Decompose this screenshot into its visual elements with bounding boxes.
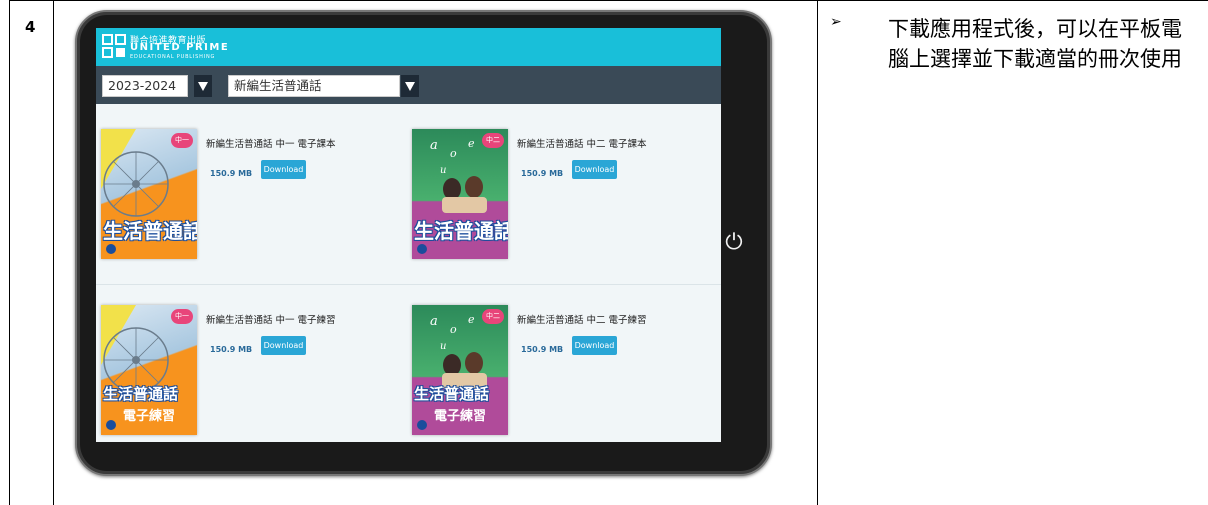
grade-badge: 中二 <box>482 133 504 148</box>
book-title: 新編生活普通話 中一 電子課本 <box>206 139 336 150</box>
logo-en-text: UNITED PRIME <box>130 42 230 53</box>
year-dropdown-arrow-icon[interactable] <box>194 75 212 97</box>
row-divider <box>96 284 721 285</box>
download-button[interactable]: Download <box>261 160 306 179</box>
download-button[interactable]: Download <box>261 336 306 355</box>
cover-subtitle: 電子練習 <box>123 409 176 424</box>
svg-text:a: a <box>430 138 438 153</box>
download-button[interactable]: Download <box>572 336 617 355</box>
series-select[interactable]: 新編生活普通話 <box>228 75 400 97</box>
year-select[interactable]: 2023-2024 <box>102 75 188 97</box>
book-item: a o e u 中二 生活普通話 電子練習 新編生活普通話 中二 電子練習 15… <box>409 302 719 442</box>
book-item: a o e u 中二 生活普通話 新編生活普通話 中二 電子課本 150.9 M… <box>409 126 719 276</box>
table-top-border <box>9 0 1208 1</box>
logo-sub-text: EDUCATIONAL PUBLISHING <box>130 54 216 60</box>
series-dropdown-arrow-icon[interactable] <box>401 75 419 97</box>
cover-title: 生活普通話 <box>414 219 508 243</box>
grade-badge: 中二 <box>482 309 504 324</box>
book-cover[interactable]: a o e u 中二 生活普通話 電子練習 <box>412 305 508 435</box>
book-list: 中一 生活普通話 新編生活普通話 中一 電子課本 150.9 MB Downlo… <box>96 104 721 442</box>
svg-text:o: o <box>450 147 457 160</box>
cover-title: 生活普通話 <box>414 385 490 403</box>
publisher-logo-icon <box>102 34 126 58</box>
cover-subtitle: 電子練習 <box>434 409 487 424</box>
book-title: 新編生活普通話 中二 電子課本 <box>517 139 647 150</box>
book-cover[interactable]: 中一 生活普通話 <box>101 129 197 259</box>
svg-text:o: o <box>450 323 457 336</box>
table-col-divider-2 <box>817 0 818 505</box>
book-cover[interactable]: 中一 生活普通話 電子練習 <box>101 305 197 435</box>
app-header: 聯合培進教育出版 UNITED PRIME EDUCATIONAL PUBLIS… <box>96 28 721 66</box>
book-title: 新編生活普通話 中一 電子練習 <box>206 315 336 326</box>
svg-text:a: a <box>430 314 438 329</box>
svg-text:u: u <box>440 341 446 352</box>
cover-title: 生活普通話 <box>103 385 179 403</box>
instruction-text: 下載應用程式後，可以在平板電腦上選擇並下載適當的冊次使用 <box>888 17 1182 71</box>
book-title: 新編生活普通話 中二 電子練習 <box>517 315 647 326</box>
book-size: 150.9 MB <box>521 345 564 354</box>
book-size: 150.9 MB <box>210 345 253 354</box>
filter-bar: 2023-2024 新編生活普通話 <box>96 66 721 104</box>
book-item: 中一 生活普通話 電子練習 新編生活普通話 中一 電子練習 150.9 MB D… <box>98 302 408 442</box>
svg-text:e: e <box>468 313 475 326</box>
cover-title: 生活普通話 <box>103 219 197 243</box>
grade-badge: 中一 <box>171 133 193 148</box>
book-item: 中一 生活普通話 新編生活普通話 中一 電子課本 150.9 MB Downlo… <box>98 126 408 276</box>
svg-text:u: u <box>440 165 446 176</box>
book-size: 150.9 MB <box>210 169 253 178</box>
tablet-screen: 聯合培進教育出版 UNITED PRIME EDUCATIONAL PUBLIS… <box>96 28 721 442</box>
download-button[interactable]: Download <box>572 160 617 179</box>
book-cover[interactable]: a o e u 中二 生活普通話 <box>412 129 508 259</box>
svg-text:e: e <box>468 137 475 150</box>
book-size: 150.9 MB <box>521 169 564 178</box>
grade-badge: 中一 <box>171 309 193 324</box>
home-button-icon[interactable]: ⏻ <box>719 228 749 258</box>
table-col-divider-1 <box>53 0 54 505</box>
step-number: 4 <box>25 18 36 36</box>
table-left-border <box>9 0 10 505</box>
arrow-bullet-icon: ➢ <box>830 14 842 30</box>
